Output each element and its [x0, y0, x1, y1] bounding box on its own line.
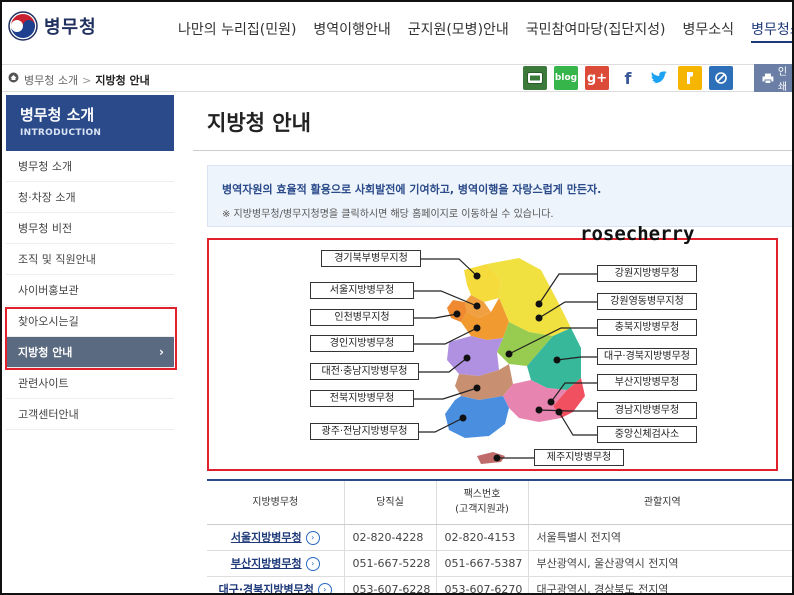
sidebar-title: 병무청 소개	[20, 106, 95, 124]
col-header-fax-sub: (고객지원과)	[455, 504, 509, 516]
col-header-duty: 당직실	[343, 479, 436, 525]
twitter-icon[interactable]	[647, 66, 671, 90]
jurisdiction: 서울특별시 전지역	[527, 524, 792, 551]
office-link[interactable]: 부산지방병무청	[231, 557, 302, 570]
nav-item-service-guide[interactable]: 병역이행안내	[313, 19, 390, 43]
fax-number: 02-820-4153	[435, 524, 528, 551]
col-header-area: 관할지역	[527, 479, 792, 525]
map-label-seoul[interactable]: 서울지방병무청	[310, 282, 414, 299]
main-nav: 나만의 누리집(민원) 병역이행안내 군지원(모병)안내 국민참여마당(집단지성…	[178, 19, 792, 43]
go-arrow-icon[interactable]: ›	[305, 531, 320, 545]
sidebar-item-vision[interactable]: 병무청 비전	[6, 213, 174, 244]
duty-phone: 053-607-6228	[343, 576, 436, 593]
map-label-jeonbuk[interactable]: 전북지방병무청	[310, 390, 414, 407]
home-icon[interactable]	[8, 72, 19, 83]
table-row: 대구·경북지방병무청 › 053-607-6228 053-607-6270 대구…	[207, 576, 792, 593]
breadcrumb-current: 지방청 안내	[95, 74, 150, 87]
map-label-daegu-gyeongbuk[interactable]: 대구·경북지방병무청	[597, 348, 697, 365]
nav-item-about[interactable]: 병무청소	[751, 19, 792, 43]
kakao-story-icon[interactable]	[678, 66, 702, 90]
print-label: 인쇄	[777, 67, 788, 93]
printer-icon	[762, 73, 774, 84]
col-header-office: 지방병무청	[207, 479, 344, 525]
nav-item-military-application[interactable]: 군지원(모병)안내	[408, 19, 509, 43]
office-cell: 대구·경북지방병무청 ›	[207, 576, 344, 593]
region-chungnam[interactable]	[447, 336, 503, 376]
browser-viewport: 병무청 나만의 누리집(민원) 병역이행안내 군지원(모병)안내 국민참여마당(…	[0, 0, 794, 595]
sidebar-item-customer-center[interactable]: 고객센터안내	[6, 399, 174, 430]
col-header-fax-label: 팩스번호	[463, 489, 501, 501]
sidebar-header: 병무청 소개 INTRODUCTION	[6, 95, 174, 151]
watermark-text: rosecherry	[580, 223, 695, 245]
region-jeonnam[interactable]	[445, 396, 509, 438]
office-link[interactable]: 서울지방병무청	[231, 531, 302, 544]
map-label-daejeon-chungnam[interactable]: 대전·충남지방병무청	[310, 363, 419, 380]
go-arrow-icon[interactable]: ›	[317, 583, 332, 593]
map-label-gangwon[interactable]: 강원지방병무청	[597, 265, 697, 282]
duty-phone: 051-667-5228	[343, 550, 436, 577]
office-cell: 부산지방병무청 ›	[207, 550, 344, 577]
sidebar-item-intro[interactable]: 병무청 소개	[6, 151, 174, 182]
share-toolbar: blog g+ f	[523, 66, 740, 90]
blog-icon[interactable]: blog	[554, 66, 578, 90]
sidebar-item-cyber-pr[interactable]: 사이버홍보관	[6, 275, 174, 306]
map-label-central-exam[interactable]: 중앙신체검사소	[597, 426, 697, 443]
info-box: 병역자원의 효율적 활용으로 사회발전에 기여하고, 병역이행을 자랑스럽게 만…	[207, 165, 792, 227]
print-button[interactable]: 인쇄	[754, 64, 792, 93]
breadcrumb-item-about[interactable]: 병무청 소개	[24, 74, 78, 87]
fax-number: 053-607-6270	[435, 576, 528, 593]
office-link[interactable]: 대구·경북지방병무청	[219, 583, 314, 593]
google-plus-icon[interactable]: g+	[585, 66, 609, 90]
breadcrumb-separator: >	[82, 74, 92, 87]
sidebar-item-related-sites[interactable]: 관련사이트	[6, 368, 174, 399]
nav-item-minwon[interactable]: 나만의 누리집(민원)	[178, 19, 296, 43]
table-row: 서울지방병무청 › 02-820-4228 02-820-4153 서울특별시 전…	[207, 524, 792, 551]
logo-text: 병무청	[44, 17, 97, 38]
sidebar-item-organization[interactable]: 조직 및 직원안내	[6, 244, 174, 275]
sidebar-item-commissioner[interactable]: 청·차장 소개	[6, 182, 174, 213]
regional-office-table: 지방병무청 당직실 팩스번호 (고객지원과) 관할지역 서울지방병무청 › 02-8…	[207, 479, 792, 593]
highlight-box-sidebar	[5, 307, 177, 370]
duty-phone: 02-820-4228	[343, 524, 436, 551]
map-label-busan[interactable]: 부산지방병무청	[597, 374, 697, 391]
map-label-gyeongin[interactable]: 경인지방병무청	[310, 335, 414, 352]
map-label-gwangju-jeonnam[interactable]: 광주·전남지방병무청	[310, 423, 419, 440]
nav-item-participation[interactable]: 국민참여마당(집단지성)	[526, 19, 666, 43]
sidebar-subtitle: INTRODUCTION	[20, 128, 102, 138]
link-icon[interactable]	[709, 66, 733, 90]
table-header-row: 지방병무청 당직실 팩스번호 (고객지원과) 관할지역	[207, 479, 792, 525]
map-label-chungbuk[interactable]: 충북지방병무청	[597, 319, 697, 336]
facebook-icon[interactable]: f	[616, 66, 640, 90]
site-logo[interactable]: 병무청	[8, 11, 97, 41]
site-header: 병무청 나만의 누리집(민원) 병역이행안내 군지원(모병)안내 국민참여마당(…	[2, 2, 792, 62]
info-note: ※ 지방병무청/병무지청명을 클릭하시면 해당 홈페이지로 이동하실 수 있습니…	[222, 209, 554, 220]
map-label-gangwon-yeongdong[interactable]: 강원영동병무지청	[597, 293, 697, 310]
fax-number: 051-667-5387	[435, 550, 528, 577]
map-label-gyeonggi-north[interactable]: 경기북부병무지청	[321, 250, 421, 267]
map-label-incheon[interactable]: 인천병무지청	[310, 309, 414, 326]
email-icon[interactable]	[523, 66, 547, 90]
info-slogan: 병역자원의 효율적 활용으로 사회발전에 기여하고, 병역이행을 자랑스럽게 만…	[222, 183, 602, 196]
jurisdiction: 대구광역시, 경상북도 전지역	[527, 576, 792, 593]
table-row: 부산지방병무청 › 051-667-5228 051-667-5387 부산광역시…	[207, 550, 792, 577]
map-label-jeju[interactable]: 제주지방병무청	[534, 449, 624, 466]
title-divider	[193, 150, 792, 151]
map-label-gyeongnam[interactable]: 경남지방병무청	[597, 402, 697, 419]
col-header-fax: 팩스번호 (고객지원과)	[435, 479, 528, 525]
office-cell: 서울지방병무청 ›	[207, 524, 344, 551]
main-content: 지방청 안내 병역자원의 효율적 활용으로 사회발전에 기여하고, 병역이행을 …	[177, 95, 792, 593]
go-arrow-icon[interactable]: ›	[305, 557, 320, 571]
regional-map-box: 경기북부병무지청 서울지방병무청 인천병무지청 경인지방병무청 대전·충남지방병…	[207, 238, 778, 471]
breadcrumb: 병무청 소개 > 지방청 안내	[24, 72, 150, 88]
page-title: 지방청 안내	[207, 111, 311, 135]
taeguk-logo-icon	[8, 11, 38, 41]
jurisdiction: 부산광역시, 울산광역시 전지역	[527, 550, 792, 577]
nav-item-news[interactable]: 병무소식	[683, 19, 735, 43]
